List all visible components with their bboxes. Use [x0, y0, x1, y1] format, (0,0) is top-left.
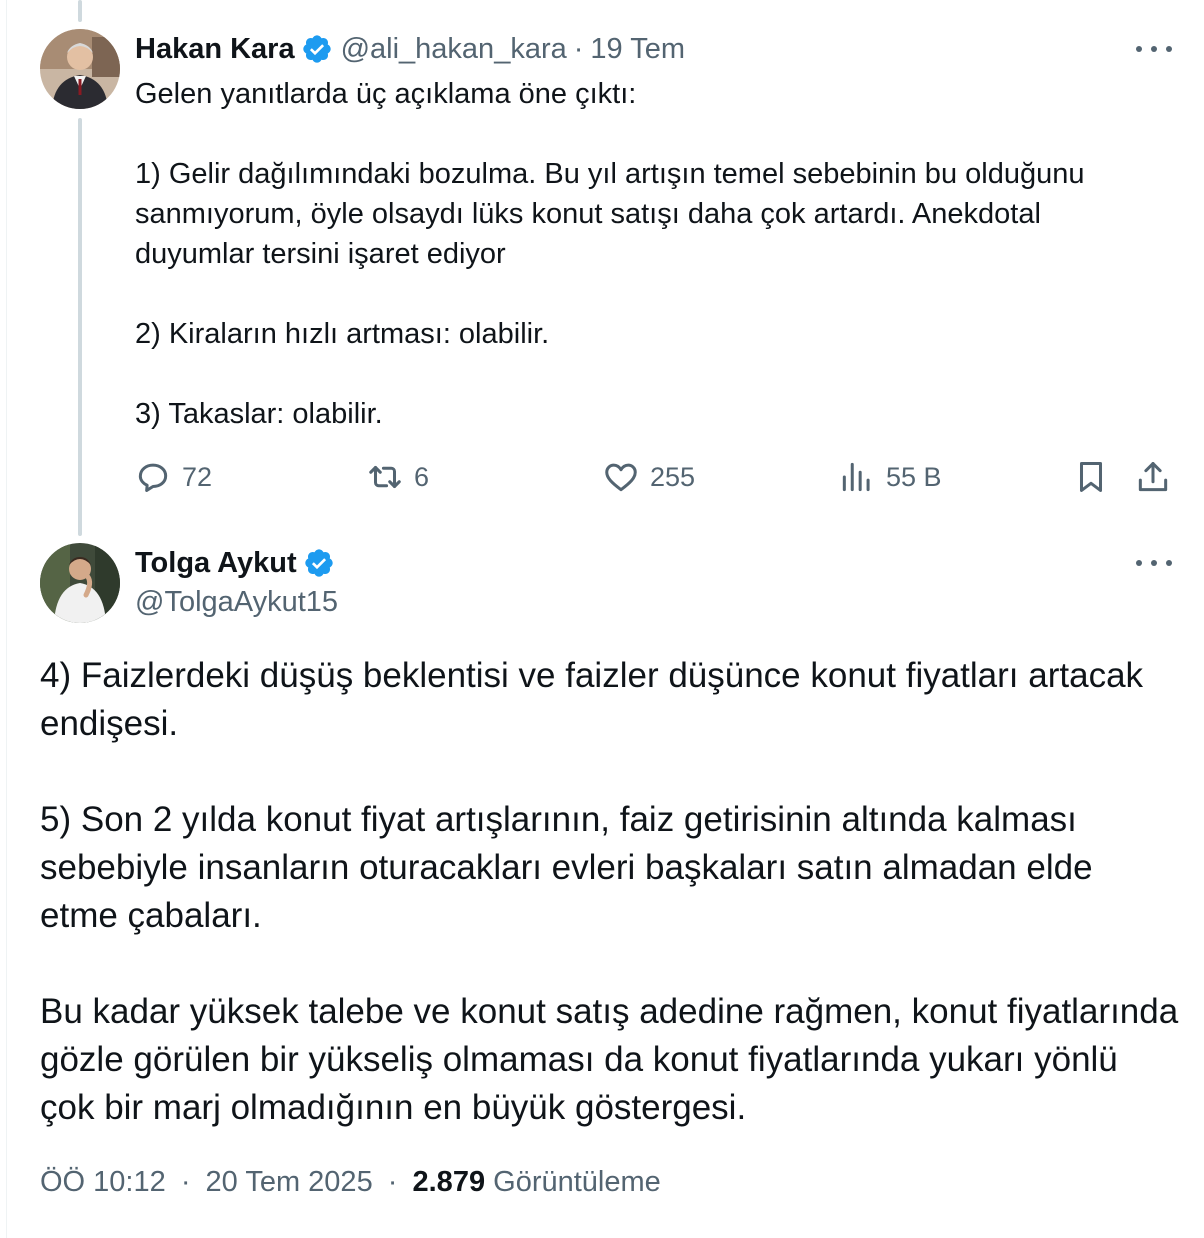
tweet-paragraph: 4) Faizlerdeki düşüş beklentisi ve faizl… — [40, 656, 1144, 743]
repost-count: 6 — [414, 461, 430, 492]
parent-tweet-header: Hakan Kara @ali_hakan_kara · 19 Tem — [135, 30, 685, 68]
more-icon[interactable] — [1136, 34, 1172, 64]
avatar-photo-icon — [40, 543, 120, 623]
parent-tweet-text: Gelen yanıtlarda üç açıklama öne çıktı: … — [135, 74, 1155, 434]
share-button[interactable] — [1134, 458, 1172, 496]
thread-connector-top — [78, 0, 82, 22]
views-count: 55 B — [886, 461, 942, 492]
like-icon — [605, 463, 637, 492]
tweet-thread: Hakan Kara @ali_hakan_kara · 19 Tem Gele… — [0, 0, 1204, 1238]
tweet-paragraph: 2) Kiraların hızlı artması: olabilir. — [135, 318, 550, 350]
tweet-paragraph: 5) Son 2 yılda konut fiyat artışlarının,… — [40, 800, 1093, 935]
reply-tweet-text: 4) Faizlerdeki düşüş beklentisi ve faizl… — [40, 652, 1180, 1132]
share-icon — [1138, 462, 1168, 492]
views-button[interactable]: 55 B — [838, 458, 942, 496]
timeline-border — [6, 0, 7, 1238]
repost-icon — [369, 465, 401, 489]
bookmark-button[interactable] — [1072, 458, 1110, 496]
verified-badge-icon — [301, 33, 333, 65]
reply-button[interactable]: 72 — [134, 458, 212, 496]
separator-dot: · — [387, 1166, 398, 1198]
tweet-time[interactable]: ÖÖ 10:12 — [40, 1166, 166, 1198]
author-name[interactable]: Tolga Aykut — [135, 547, 297, 580]
thread-connector — [78, 118, 82, 536]
tweet-paragraph: 1) Gelir dağılımındaki bozulma. Bu yıl a… — [135, 158, 1085, 270]
view-count: 2.879 — [412, 1166, 486, 1198]
tweet-action-bar: 72 6 255 55 B — [134, 458, 1174, 500]
repost-button[interactable]: 6 — [366, 458, 429, 496]
avatar-tolga-aykut[interactable] — [40, 543, 120, 623]
reply-icon — [138, 463, 168, 492]
views-icon — [842, 462, 870, 492]
separator-dot: · — [573, 32, 584, 65]
author-name[interactable]: Hakan Kara — [135, 33, 295, 66]
tweet-meta: ÖÖ 10:12 · 20 Tem 2025 · 2.879 Görüntüle… — [40, 1166, 661, 1199]
author-handle[interactable]: @TolgaAykut15 — [135, 586, 338, 619]
view-label: Görüntüleme — [493, 1166, 661, 1198]
avatar-photo-icon — [40, 29, 120, 109]
like-button[interactable]: 255 — [602, 458, 695, 496]
reply-count: 72 — [182, 461, 213, 492]
reply-tweet-header: Tolga Aykut — [135, 544, 335, 582]
verified-badge-icon — [303, 547, 335, 579]
tweet-date[interactable]: 20 Tem 2025 — [206, 1166, 373, 1198]
bookmark-icon — [1079, 462, 1103, 492]
tweet-paragraph: Gelen yanıtlarda üç açıklama öne çıktı: — [135, 78, 637, 110]
more-icon[interactable] — [1136, 548, 1172, 578]
tweet-date[interactable]: 19 Tem — [590, 33, 685, 66]
tweet-paragraph: Bu kadar yüksek talebe ve konut satış ad… — [40, 992, 1179, 1127]
tweet-paragraph: 3) Takaslar: olabilir. — [135, 398, 383, 430]
separator-dot: · — [180, 1166, 191, 1198]
author-handle[interactable]: @ali_hakan_kara — [341, 33, 567, 66]
like-count: 255 — [650, 461, 696, 492]
avatar-hakan-kara[interactable] — [40, 29, 120, 109]
